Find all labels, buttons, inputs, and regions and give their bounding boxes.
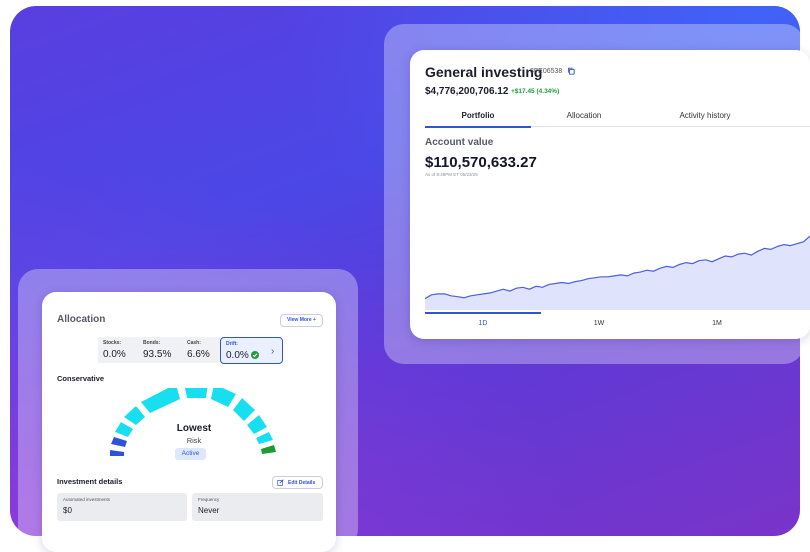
view-more-button[interactable]: View More + [280,314,323,327]
allocation-card: Allocation View More + Stocks: 0.0% Bond… [42,292,336,552]
account-change: +$17.45 (4.34%) [511,88,560,95]
stat-cash-value: 6.6% [187,349,210,360]
edit-details-label: Edit Details [288,480,316,486]
as-of-timestamp: As of 8:49PM ET 05/23/25 [425,172,478,177]
tab-activity-history[interactable]: Activity history [652,111,758,120]
gauge-segment-8 [233,398,255,421]
risk-level: Lowest [176,423,212,434]
account-id: 3FE06538 [530,68,563,75]
drift-value: 0.0% [226,350,249,361]
allocation-title: Allocation [57,314,106,325]
gauge-segment-9 [247,415,267,434]
gauge-segment-11 [261,445,276,454]
active-tab-indicator [425,126,531,128]
stat-stocks-label: Stocks: [103,340,122,346]
range-1m[interactable]: 1M [659,320,775,327]
tab-allocation[interactable]: Allocation [531,111,637,120]
risk-profile-label: Conservative [57,374,105,383]
account-value-label: Account value [425,137,494,148]
frequency-value: Never [198,506,220,515]
drift-button[interactable]: Drift: 0.0% › [220,337,283,364]
status-badge: Active [175,448,206,460]
gauge-segment-10 [256,432,273,444]
gauge-segment-2 [111,437,127,447]
range-selector: 1D 1W 1M [425,312,810,332]
automated-investments-value: $0 [63,506,72,515]
account-value-chart[interactable] [425,220,810,310]
frequency-field: Frequency Never [192,493,323,521]
range-1d[interactable]: 1D [425,320,541,327]
allocation-stats: Stocks: 0.0% Bonds: 93.5% Cash: 6.6% Dri… [98,337,284,365]
risk-caption: Risk [186,436,202,445]
gauge-segment-7 [211,388,236,407]
edit-details-button[interactable]: Edit Details [272,476,323,489]
account-title: General investing [425,64,543,80]
account-balance: $4,776,200,706.12 [425,86,509,97]
stat-cash-label: Cash: [187,340,201,346]
edit-icon [277,479,284,486]
gauge-segment-1 [110,450,124,456]
frequency-label: Frequency [198,497,220,502]
account-tabs: Portfolio Allocation Activity history [425,107,810,128]
account-card: General investing 3FE06538 $4,776,200,70… [410,50,810,339]
check-circle-icon [251,351,259,359]
range-1w[interactable]: 1W [541,320,657,327]
automated-investments-field: Automated investments $0 [57,493,187,521]
stat-stocks: Stocks: 0.0% [98,337,139,363]
active-range-indicator [425,312,541,314]
chart-area-fill [425,236,810,310]
stat-bonds-label: Bonds: [143,340,161,346]
gauge-segment-4 [124,406,145,425]
gauge-segment-6 [185,388,208,398]
copy-icon[interactable] [567,67,575,75]
drift-label: Drift: [226,341,238,347]
tab-portfolio[interactable]: Portfolio [425,111,531,120]
stat-cash: Cash: 6.6% [182,337,220,363]
chevron-right-icon: › [271,346,275,357]
account-value: $110,570,633.27 [425,154,537,171]
stat-bonds: Bonds: 93.5% [138,337,183,363]
stat-bonds-value: 93.5% [143,349,172,360]
gauge-segment-3 [115,422,133,437]
automated-investments-label: Automated investments [63,497,111,502]
gauge-segment-5 [141,388,180,413]
stat-stocks-value: 0.0% [103,349,126,360]
investment-details-title: Investment details [57,477,123,486]
